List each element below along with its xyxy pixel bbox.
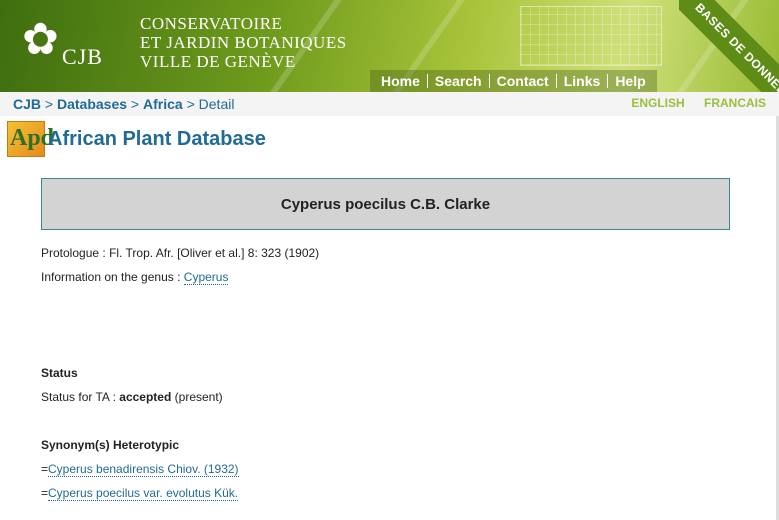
synonym-prefix: =	[41, 462, 49, 476]
breadcrumb-databases[interactable]: Databases	[57, 96, 127, 112]
breadcrumb-separator: >	[130, 96, 140, 112]
nav-links[interactable]: Links	[557, 74, 609, 88]
nav-contact[interactable]: Contact	[490, 74, 557, 88]
breadcrumb-africa[interactable]: Africa	[143, 96, 183, 112]
main-nav: Home Search Contact Links Help	[370, 70, 657, 92]
greenhouse-graphic	[520, 6, 662, 66]
protologue-value: Fl. Trop. Afr. [Oliver et al.] 8: 323 (1…	[109, 246, 320, 260]
breadcrumb-bar: CJB > Databases > Africa > Detail ENGLIS…	[0, 92, 779, 116]
breadcrumb-separator: >	[186, 96, 195, 112]
breadcrumb-cjb[interactable]: CJB	[13, 96, 41, 112]
nav-search[interactable]: Search	[428, 74, 490, 88]
species-name: Cyperus poecilus C.B. Clarke	[280, 195, 491, 213]
synonym-prefix: =	[41, 486, 49, 500]
nav-home[interactable]: Home	[374, 74, 428, 88]
synonym-item: =Cyperus poecilus var. evolutus Kük.	[41, 486, 239, 501]
language-switcher: ENGLISH FRANCAIS	[615, 96, 766, 110]
genus-link[interactable]: Cyperus	[183, 270, 229, 285]
lang-english[interactable]: ENGLISH	[631, 96, 684, 110]
corner-ribbon-label: BASES DE DONNÉES	[679, 0, 779, 92]
header-banner: ✿ CJB CONSERVATOIRE ET JARDIN BOTANIQUES…	[0, 0, 779, 92]
synonym-link[interactable]: Cyperus benadirensis Chiov. (1932)	[48, 462, 239, 477]
nav-help[interactable]: Help	[608, 74, 652, 88]
synonym-item: =Cyperus benadirensis Chiov. (1932)	[41, 462, 239, 477]
status-row: Status for TA : accepted (present)	[41, 390, 223, 404]
institution-line: ET JARDIN BOTANIQUES	[140, 33, 347, 52]
cjb-logo-icon[interactable]: ✿	[22, 12, 64, 68]
page-title: African Plant Database	[48, 128, 266, 150]
species-header-box: Cyperus poecilus C.B. Clarke	[41, 178, 730, 230]
genus-info-row: Information on the genus : Cyperus	[41, 270, 229, 285]
institution-line: CONSERVATOIRE	[140, 14, 283, 33]
status-note: (present)	[174, 390, 223, 404]
apd-logo-icon: Apd	[7, 121, 54, 157]
breadcrumb-current: Detail	[198, 96, 235, 112]
synonym-link[interactable]: Cyperus poecilus var. evolutus Kük.	[48, 486, 239, 501]
status-value: accepted	[119, 390, 172, 404]
lang-francais[interactable]: FRANCAIS	[704, 96, 766, 110]
protologue-label: Protologue :	[41, 246, 106, 260]
breadcrumb: CJB > Databases > Africa > Detail	[13, 96, 234, 112]
status-heading: Status	[41, 366, 78, 380]
genus-info-label: Information on the genus :	[41, 270, 181, 284]
institution-line: VILLE DE GENÈVE	[140, 52, 296, 71]
breadcrumb-separator: >	[44, 96, 54, 112]
protologue-row: Protologue : Fl. Trop. Afr. [Oliver et a…	[41, 246, 319, 260]
cjb-logo-text[interactable]: CJB	[62, 44, 103, 70]
status-label: Status for TA :	[41, 390, 116, 404]
synonyms-heading: Synonym(s) Heterotypic	[41, 438, 180, 452]
databases-corner-ribbon[interactable]: BASES DE DONNÉES	[679, 0, 779, 92]
institution-name: CONSERVATOIRE ET JARDIN BOTANIQUES VILLE…	[140, 14, 347, 71]
